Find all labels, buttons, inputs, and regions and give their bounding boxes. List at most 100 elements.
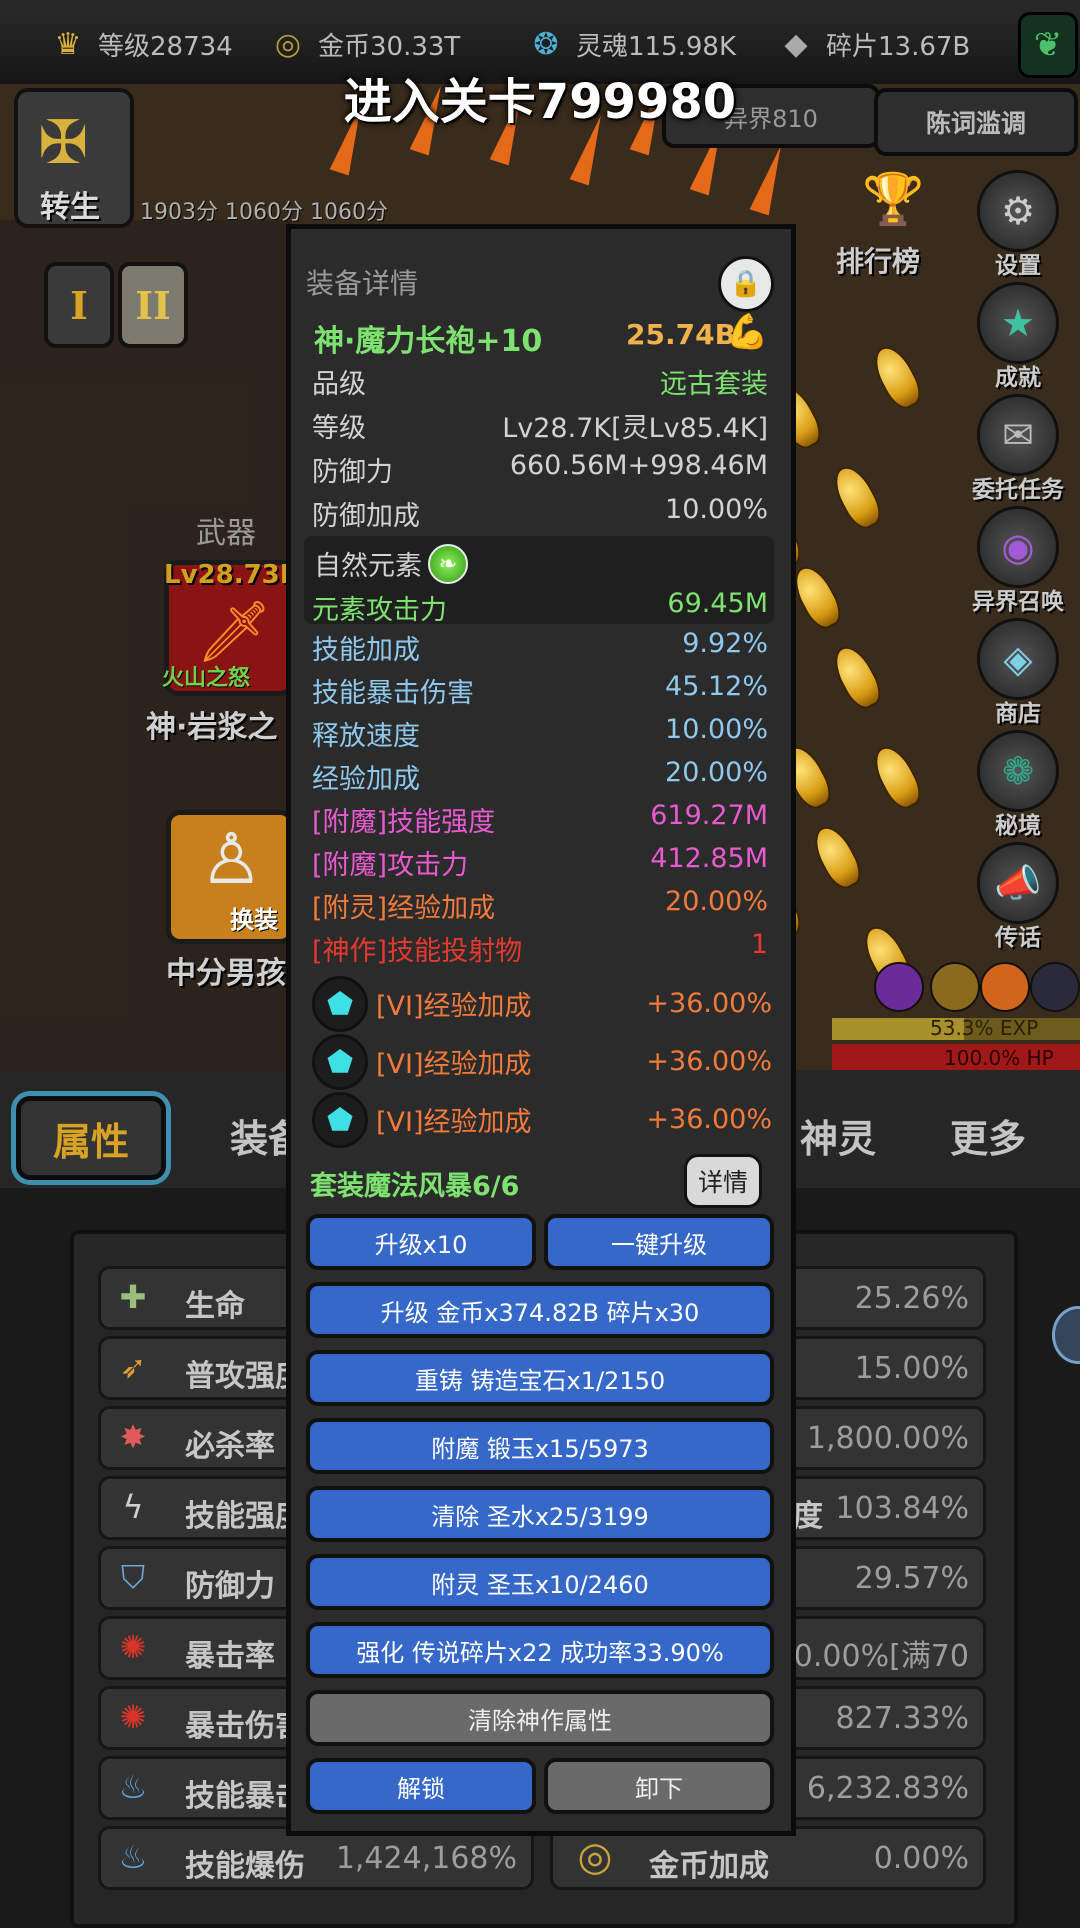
gem-icon: ⬟	[312, 1092, 368, 1148]
score-line: 1903分 1060分 1060分	[140, 200, 388, 225]
side-menu-label: 秘境	[995, 813, 1041, 839]
avatar-name: 中分男孩	[166, 956, 286, 991]
attribute-value: 6,232.83%	[806, 1771, 969, 1806]
side-menu-summon[interactable]: ◉ 异界召唤	[958, 506, 1078, 616]
set-detail-button[interactable]: 详情	[684, 1154, 762, 1208]
gem-value: +36.00%	[646, 1104, 772, 1135]
tier-1-button[interactable]: I	[44, 262, 114, 348]
side-menu-label: 成就	[995, 365, 1041, 391]
crown-icon: ♛	[54, 26, 82, 62]
buff-icon[interactable]	[980, 962, 1030, 1012]
side-menu-broadcast[interactable]: 📣 传话	[958, 842, 1078, 952]
side-menu-quests[interactable]: ✉ 委托任务	[958, 394, 1078, 504]
swap-outfit-label[interactable]: 换装	[230, 900, 278, 935]
substat-value: 1	[750, 929, 768, 960]
clear-button[interactable]: 清除 圣水x25/3199	[306, 1486, 774, 1542]
side-menu-shop[interactable]: ◈ 商店	[958, 618, 1078, 728]
leaf-icon: ❧	[428, 544, 468, 584]
stat-row: 品级 远古套装	[306, 362, 768, 402]
quest-icon: ✉	[977, 394, 1059, 476]
weapon-name: 神·岩浆之	[146, 710, 278, 745]
critical-icon: ✸	[119, 1418, 147, 1456]
stat-value: 660.56M+998.46M	[509, 450, 768, 481]
attribute-value: 25.26%	[854, 1281, 969, 1316]
soul-counter: ❂ 灵魂115.98K	[526, 22, 736, 66]
element-title: 自然元素	[314, 551, 422, 582]
clear-artifact-button[interactable]: 清除神作属性	[306, 1690, 774, 1746]
unequip-button[interactable]: 卸下	[544, 1758, 774, 1814]
attribute-value: 103.84%	[835, 1491, 969, 1526]
substat-label: [附魔]攻击力	[312, 850, 469, 881]
gem-icon: ⬟	[312, 1034, 368, 1090]
weapon-label: 武器	[196, 516, 256, 551]
rebirth-label: 转生	[40, 190, 100, 225]
stat-label: 防御加成	[312, 501, 420, 532]
one-key-upgrade-button[interactable]: 一键升级	[544, 1214, 774, 1270]
attribute-value: 15.00%	[854, 1351, 969, 1386]
soul-text: 灵魂115.98K	[576, 31, 737, 62]
modal-title: 装备详情	[306, 267, 419, 300]
tab-spirit[interactable]: 神灵	[800, 1108, 876, 1163]
substat-value: 412.85M	[650, 843, 768, 874]
substat-label: 技能加成	[312, 635, 420, 666]
substat-label: [附灵]经验加成	[312, 893, 496, 924]
fragment-text: 碎片13.67B	[826, 31, 971, 62]
side-menu-label: 异界召唤	[972, 589, 1064, 615]
gem-row: ⬟ [VI]经验加成 +36.00%	[306, 1034, 772, 1090]
gem-label: [VI]经验加成	[376, 1049, 532, 1080]
star-icon: ★	[977, 282, 1059, 364]
flame-icon: ♨	[118, 1768, 148, 1806]
substat-row: [附魔]技能强度 619.27M	[306, 800, 768, 840]
gem-icon: ⬟	[312, 976, 368, 1032]
side-menu-achievement[interactable]: ★ 成就	[958, 282, 1078, 392]
substat-row: 经验加成 20.00%	[306, 757, 768, 797]
attribute-value: 1,424,168%	[335, 1841, 517, 1876]
attribute-name: 技能爆伤	[185, 1849, 305, 1884]
side-menu-label: 委托任务	[972, 477, 1064, 503]
side-chip-icon[interactable]	[1052, 1306, 1080, 1364]
flame-icon: ♨	[118, 1838, 148, 1876]
reforge-button[interactable]: 重铸 铸造宝石x1/2150	[306, 1350, 774, 1406]
lock-icon[interactable]: 🔒	[718, 256, 774, 312]
attribute-name: 防御力	[185, 1569, 275, 1604]
tier-2-button[interactable]: II	[118, 262, 188, 348]
hp-text: 100.0% HP	[944, 1046, 1054, 1070]
upgrade-button[interactable]: 升级 金币x374.82B 碎片x30	[306, 1282, 774, 1338]
buff-icon[interactable]	[930, 962, 980, 1012]
ranking-button[interactable]: 排行榜	[836, 240, 920, 280]
stat-row: 防御加成 10.00%	[306, 494, 768, 534]
gem-value: +36.00%	[646, 1046, 772, 1077]
tab-more[interactable]: 更多	[950, 1108, 1026, 1163]
buff-icon[interactable]	[1030, 962, 1080, 1012]
substat-value: 20.00%	[665, 757, 768, 788]
claw-red-icon: ✺	[119, 1698, 147, 1736]
substat-value: 10.00%	[665, 714, 768, 745]
trophy-icon[interactable]: 🏆	[862, 170, 924, 229]
substat-label: 经验加成	[312, 764, 420, 795]
element-attack-label: 元素攻击力	[312, 595, 447, 626]
tab-attributes[interactable]: 属性	[16, 1096, 166, 1180]
strengthen-button[interactable]: 强化 传说碎片x22 成功率33.90%	[306, 1622, 774, 1678]
coin-icon: ◎	[274, 26, 302, 62]
attribute-value: 70.00%[满70	[774, 1639, 969, 1674]
unlock-button[interactable]: 解锁	[306, 1758, 536, 1814]
side-menu-realm[interactable]: ❁ 秘境	[958, 730, 1078, 840]
side-menu-settings[interactable]: ⚙ 设置	[958, 170, 1078, 280]
attribute-name: 必杀率	[185, 1429, 275, 1464]
spirit-attach-button[interactable]: 附灵 圣玉x10/2460	[306, 1554, 774, 1610]
avatar-icon: ♙	[200, 818, 263, 900]
substat-value: 45.12%	[665, 671, 768, 702]
coin-icon: ◎	[577, 1834, 613, 1880]
buff-icon[interactable]	[874, 962, 924, 1012]
gem-label: [VI]经验加成	[376, 991, 532, 1022]
weapon-level: Lv28.73K	[164, 560, 300, 590]
megaphone-icon: 📣	[977, 842, 1059, 924]
attribute-name: 度	[793, 1499, 823, 1534]
stat-row: 等级 Lv28.7K[灵Lv85.4K]	[306, 406, 768, 446]
substat-row: 技能暴击伤害 45.12%	[306, 671, 768, 711]
enchant-button[interactable]: 附魔 锻玉x15/5973	[306, 1418, 774, 1474]
upgrade-x10-button[interactable]: 升级x10	[306, 1214, 536, 1270]
side-menu-label: 商店	[995, 701, 1041, 727]
gem-row: ⬟ [VI]经验加成 +36.00%	[306, 976, 772, 1032]
stat-value: 10.00%	[665, 494, 768, 525]
